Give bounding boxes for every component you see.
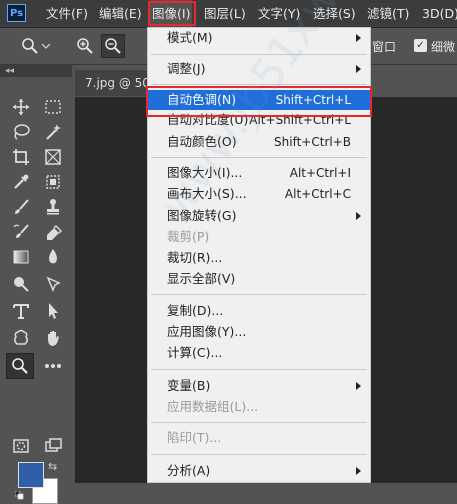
chevron-down-icon[interactable]	[40, 34, 52, 58]
menu-item-auto-tone[interactable]: 自动色调(N) Shift+Ctrl+L	[148, 90, 370, 110]
tools-panel: ⇆	[0, 77, 72, 504]
menu-layer[interactable]: 图层(L)	[204, 0, 246, 27]
menu-item-reveal-all[interactable]: 显示全部(V)	[148, 269, 370, 289]
brush-tool-icon[interactable]	[8, 195, 34, 219]
menu-separator	[151, 54, 367, 55]
menu-separator	[151, 369, 367, 370]
menu-image[interactable]: 图像(I)	[150, 0, 193, 27]
submenu-arrow-icon	[356, 34, 361, 42]
dodge-tool-icon[interactable]	[8, 272, 34, 296]
menu-3d[interactable]: 3D(D)	[422, 0, 457, 27]
blur-tool-icon[interactable]	[40, 245, 66, 269]
menu-item-trim[interactable]: 裁切(R)...	[148, 248, 370, 268]
menu-file[interactable]: 文件(F)	[46, 0, 88, 27]
more-tools-icon[interactable]	[40, 354, 66, 378]
zoom-tool-preset-icon[interactable]	[18, 34, 42, 58]
menu-edit[interactable]: 编辑(E)	[99, 0, 142, 27]
submenu-arrow-icon	[356, 65, 361, 73]
menu-bar: Ps 文件(F) 编辑(E) 图像(I) 图层(L) 文字(Y) 选择(S) 滤…	[0, 0, 457, 28]
type-tool-icon[interactable]	[8, 299, 34, 323]
scrubby-zoom-label: 细微	[431, 40, 456, 54]
menu-item-auto-contrast[interactable]: 自动对比度(U) Alt+Shift+Ctrl+L	[148, 110, 370, 130]
menu-separator	[151, 84, 367, 85]
path-selection-tool-icon[interactable]	[40, 299, 66, 323]
screen-mode-icon[interactable]	[40, 434, 66, 458]
menu-item-apply-image[interactable]: 应用图像(Y)...	[148, 322, 370, 342]
marquee-tool-icon[interactable]	[40, 95, 66, 119]
magic-wand-tool-icon[interactable]	[40, 120, 66, 144]
lasso-tool-icon[interactable]	[8, 120, 34, 144]
menu-item-auto-color[interactable]: 自动颜色(O) Shift+Ctrl+B	[148, 132, 370, 152]
frame-tool-icon[interactable]	[40, 145, 66, 169]
menu-item-image-size[interactable]: 图像大小(I)... Alt+Ctrl+I	[148, 163, 370, 183]
foreground-color-swatch[interactable]	[18, 462, 44, 488]
menu-item-adjustments[interactable]: 调整(J)	[148, 59, 370, 79]
pen-tool-icon[interactable]	[40, 272, 66, 296]
image-menu-dropdown: 模式(M) 调整(J) 自动色调(N) Shift+Ctrl+L 自动对比度(U)…	[147, 27, 371, 483]
resize-windows-label: 窗口	[372, 40, 397, 54]
menu-filter[interactable]: 滤镜(T)	[367, 0, 409, 27]
zoom-out-icon[interactable]	[101, 34, 125, 58]
menu-type[interactable]: 文字(Y)	[258, 0, 300, 27]
swap-colors-icon[interactable]: ⇆	[48, 460, 57, 473]
menu-separator	[151, 294, 367, 295]
object-selection-tool-icon[interactable]	[40, 170, 66, 194]
zoom-tool-icon[interactable]	[6, 353, 34, 379]
eyedropper-tool-icon[interactable]	[8, 170, 34, 194]
menu-item-mode[interactable]: 模式(M)	[148, 28, 370, 48]
custom-shape-tool-icon[interactable]	[8, 326, 34, 350]
menu-item-variables[interactable]: 变量(B)	[148, 376, 370, 396]
photoshop-logo: Ps	[7, 4, 26, 22]
move-tool-icon[interactable]	[8, 95, 34, 119]
gradient-tool-icon[interactable]	[8, 245, 34, 269]
menu-item-analysis[interactable]: 分析(A)	[148, 461, 370, 481]
eraser-tool-icon[interactable]	[40, 220, 66, 244]
menu-item-image-rotation[interactable]: 图像旋转(G)	[148, 206, 370, 226]
menu-item-apply-data-set: 应用数据组(L)...	[167, 399, 259, 414]
history-brush-tool-icon[interactable]	[8, 220, 34, 244]
quick-mask-icon[interactable]	[8, 434, 34, 458]
menu-item-canvas-size[interactable]: 画布大小(S)... Alt+Ctrl+C	[148, 184, 370, 204]
menu-separator	[151, 157, 367, 158]
menu-item-crop: 裁剪(P)	[167, 229, 210, 244]
crop-tool-icon[interactable]	[8, 145, 34, 169]
submenu-arrow-icon	[356, 212, 361, 220]
toolbar-collapse-strip[interactable]: ◂◂	[0, 65, 72, 77]
default-colors-icon[interactable]	[14, 489, 24, 500]
menu-item-duplicate[interactable]: 复制(D)...	[148, 301, 370, 321]
submenu-arrow-icon	[356, 467, 361, 475]
menu-separator	[151, 422, 367, 423]
menu-item-trap: 陷印(T)...	[167, 430, 222, 445]
zoom-in-icon[interactable]	[73, 34, 97, 58]
submenu-arrow-icon	[356, 382, 361, 390]
document-tab[interactable]: 7.jpg @ 50%	[75, 70, 157, 96]
menu-separator	[151, 454, 367, 455]
hand-tool-icon[interactable]	[40, 326, 66, 350]
stamp-tool-icon[interactable]	[40, 195, 66, 219]
menu-select[interactable]: 选择(S)	[313, 0, 356, 27]
scrubby-zoom-checkbox[interactable]: ✓	[414, 39, 427, 52]
menu-item-calculations[interactable]: 计算(C)...	[148, 343, 370, 363]
